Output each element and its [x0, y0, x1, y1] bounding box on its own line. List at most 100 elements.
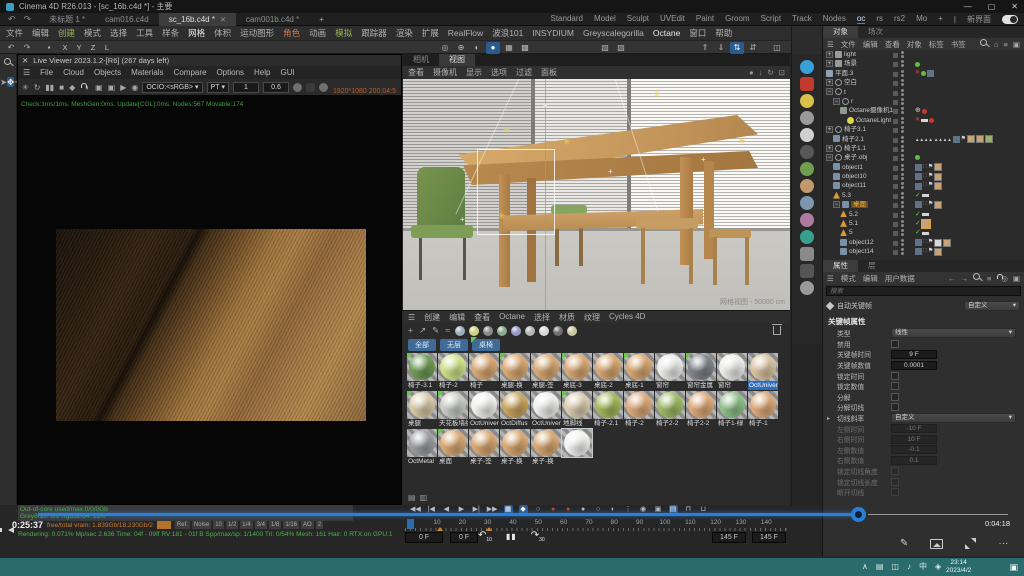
material-name[interactable]: 椅子2-2	[655, 419, 685, 428]
attribute-checkbox[interactable]	[891, 403, 899, 411]
material-menu-item[interactable]: 创建	[424, 312, 440, 323]
material-thumbnail[interactable]: OctMetal	[407, 429, 437, 457]
attribute-field[interactable]: -10 F	[891, 424, 937, 433]
live-viewer-menu-item[interactable]: Objects	[94, 68, 121, 77]
material-name[interactable]: OctUniver	[531, 419, 561, 428]
visibility-dots[interactable]	[901, 60, 904, 67]
step-forward-button[interactable]: ↷30	[531, 530, 545, 543]
live-viewer-tool-icon[interactable]: ◉	[131, 83, 138, 92]
tag-thumb[interactable]	[934, 201, 942, 209]
material-name[interactable]: OctMetal	[407, 457, 437, 466]
object-manager-tab[interactable]: 对象	[823, 26, 858, 38]
frame-start-field[interactable]: 0 F	[405, 532, 443, 543]
hamburger-icon[interactable]: ☰	[23, 68, 30, 77]
live-viewer-menu-item[interactable]: Compare	[174, 68, 207, 77]
menu-item[interactable]: 渲染	[396, 27, 413, 39]
live-viewer-tool-icon[interactable]: ▣	[108, 83, 116, 92]
tag-thumbw[interactable]	[934, 239, 942, 247]
material-preset-icon[interactable]	[511, 326, 521, 336]
layout-preset[interactable]: oc	[857, 14, 865, 24]
timeline-slider-handle[interactable]	[851, 507, 866, 522]
material-name[interactable]: 桌底-1	[624, 381, 654, 390]
layout-preset[interactable]: Track	[792, 14, 812, 24]
layout-preset[interactable]: Standard	[551, 14, 583, 24]
attribute-menu-item[interactable]: 用户数据	[885, 273, 915, 284]
tree-row[interactable]: object11 ∷⚑	[823, 181, 1024, 190]
tray-icon[interactable]: ∧	[862, 562, 868, 572]
attribute-checkbox[interactable]	[891, 393, 899, 401]
noise-chip[interactable]: 1/8	[269, 521, 281, 529]
octane-strip-icon[interactable]	[800, 162, 814, 176]
material-name[interactable]: 椅子-1	[748, 419, 778, 428]
toolbar-icon[interactable]: ↶	[4, 42, 18, 54]
window-control-button[interactable]: —	[964, 2, 972, 11]
attribute-checkbox[interactable]	[891, 478, 899, 486]
viewport-menu-item[interactable]: 选项	[491, 67, 507, 78]
menu-item[interactable]: 工具	[136, 27, 153, 39]
menu-item[interactable]: 跟踪器	[361, 27, 387, 39]
tag-thumb[interactable]	[934, 173, 942, 181]
object-manager-icon[interactable]: ≡	[1004, 40, 1008, 49]
noise-chip[interactable]: 2	[316, 521, 323, 529]
tag-tris[interactable]: ▲▲▲▲	[934, 135, 952, 144]
material-name[interactable]: OctUniver	[469, 419, 499, 428]
viewport-menu-item[interactable]: 面板	[541, 67, 557, 78]
material-tool-icon[interactable]: ↗	[419, 325, 426, 336]
tree-row[interactable]: 椅子2.1 ▲▲▲▲▲▲▲▲⚑	[823, 135, 1024, 144]
attribute-manager-tab[interactable]: 层	[858, 260, 886, 272]
live-viewer-menu-item[interactable]: GUI	[280, 68, 294, 77]
object-manager-menu-item[interactable]: 标签	[929, 39, 944, 50]
live-viewer-tool-icon[interactable]: ✳	[22, 83, 29, 92]
toolbar-icon[interactable]: ▦	[502, 42, 516, 54]
material-name[interactable]: 椅子-2	[438, 381, 468, 390]
tab-close-icon[interactable]: ✕	[220, 17, 226, 24]
tree-row[interactable]: object1 ∷⚑	[823, 163, 1024, 172]
material-thumbnail[interactable]: 桌底-3	[562, 353, 592, 381]
material-thumbnail[interactable]: 椅子-2.1	[593, 391, 623, 419]
layout-preset[interactable]: Model	[594, 14, 616, 24]
tag-dotg[interactable]	[915, 155, 920, 160]
menu-item[interactable]: 选择	[110, 27, 127, 39]
menu-item[interactable]: 角色	[283, 27, 300, 39]
material-name[interactable]: 桌子-换	[531, 457, 561, 466]
toolbar-icon[interactable]: ⇑	[698, 42, 712, 54]
expand-icon[interactable]	[965, 538, 976, 549]
taskbar-clock[interactable]: 23:14 2023/4/2	[946, 559, 971, 575]
viewport-menu-item[interactable]: 摄像机	[433, 67, 457, 78]
toolbar-icon[interactable]: ◐	[470, 42, 484, 54]
window-control-button[interactable]: ▢	[988, 2, 996, 11]
object-label[interactable]: OctaneLight	[856, 117, 891, 124]
tag-thumb[interactable]	[934, 163, 942, 171]
tray-icon[interactable]: ◫	[891, 562, 899, 572]
tag-grid[interactable]	[915, 201, 922, 208]
new-tab-button[interactable]: +	[309, 15, 334, 24]
menu-item[interactable]: RealFlow	[448, 28, 483, 38]
toolbar-icon[interactable]: ◎	[438, 42, 452, 54]
attribute-field[interactable]: -0.1	[891, 445, 937, 454]
tree-row[interactable]: OctaneLight ✕	[823, 116, 1024, 125]
material-name[interactable]: 窗帘	[717, 381, 747, 390]
tree-row[interactable]: Octane摄像机1 ⊕	[823, 106, 1024, 115]
visibility-dots[interactable]	[901, 117, 904, 124]
visibility-dots[interactable]	[901, 136, 904, 143]
attribute-field[interactable]: 0.1	[891, 456, 937, 465]
keyframe-preset-dropdown[interactable]: 自定义▾	[964, 301, 1020, 311]
menu-item[interactable]: 窗口	[689, 27, 706, 39]
material-name[interactable]: 天花板墙纸	[438, 419, 468, 428]
material-thumbnail[interactable]: 椅子1-绿	[717, 391, 747, 419]
tag-grid[interactable]	[927, 70, 934, 77]
octane-strip-icon[interactable]	[800, 196, 814, 210]
material-thumbnail[interactable]: 天花板墙纸	[438, 391, 468, 419]
toolbar-icon[interactable]: X	[58, 42, 72, 54]
attribute-field[interactable]: 0.0001	[891, 361, 937, 370]
object-manager-menu-item[interactable]: 对象	[907, 39, 922, 50]
object-label[interactable]: 5.1	[849, 220, 858, 227]
material-thumbnail[interactable]: OctUniver	[748, 353, 778, 381]
visibility-dots[interactable]	[901, 98, 904, 105]
toolbar-icon[interactable]: Z	[86, 42, 100, 54]
attribute-select[interactable]: 线性▾	[891, 328, 1016, 338]
material-menu-item[interactable]: 查看	[474, 312, 490, 323]
tag-grid[interactable]	[915, 164, 922, 171]
octane-strip-icon[interactable]	[800, 60, 814, 74]
viewport-icon[interactable]: ↓	[759, 68, 763, 77]
